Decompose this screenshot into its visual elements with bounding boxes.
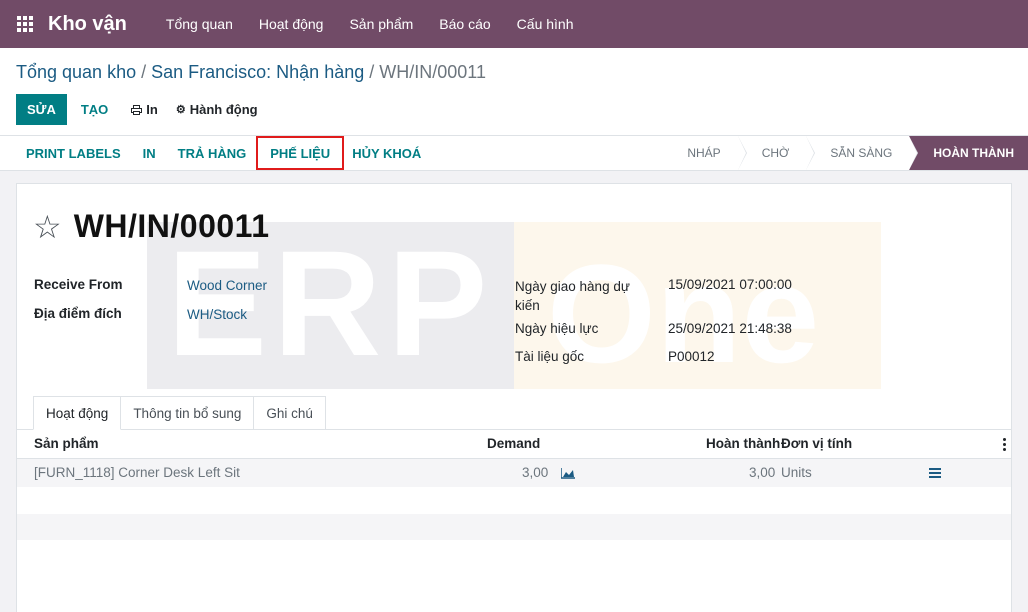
menu-item-operations[interactable]: Hoạt động [246,0,337,48]
apps-menu-icon[interactable] [0,0,50,48]
menu-item-reporting[interactable]: Báo cáo [426,0,503,48]
scrap-button[interactable]: PHẾ LIỆU [256,136,345,170]
effective-date-value: 25/09/2021 21:48:38 [668,321,792,336]
top-navbar: Kho vận Tổng quan Hoạt động Sản phẩm Báo… [0,0,1028,48]
stage-pipeline: NHÁP CHỜ SẴN SÀNG HOÀN THÀNH [671,136,1028,170]
record-title: WH/IN/00011 [73,208,270,244]
row-done: 3,00 [749,465,776,480]
column-uom[interactable]: Đơn vị tính [781,436,852,451]
scheduled-date-label: Ngày giao hàng dự kiến [515,279,630,313]
source-document-label: Tài liệu gốc [515,349,585,364]
print-icon [131,104,143,115]
action-buttons: SỬA TẠO In ⚙ Hành động [16,94,267,125]
stage-ready: SẴN SÀNG [806,136,919,170]
row-demand: 3,00 [522,465,549,480]
column-demand[interactable]: Demand [487,436,540,451]
print-label: In [146,102,158,117]
gear-icon: ⚙ [175,104,186,116]
stage-draft: NHÁP [671,136,748,170]
detailed-operations-icon[interactable] [929,468,941,480]
destination-value[interactable]: WH/Stock [187,307,247,322]
breadcrumb-separator: / [141,62,147,82]
app-name[interactable]: Kho vận [48,13,127,36]
table-empty-row [17,514,1011,540]
tab-note[interactable]: Ghi chú [253,396,326,430]
breadcrumb-item-overview[interactable]: Tổng quan kho [16,62,136,83]
receive-from-label: Receive From [34,277,123,292]
tab-additional-info[interactable]: Thông tin bổ sung [120,396,255,430]
stage-waiting: CHỜ [738,136,815,170]
menu-item-products[interactable]: Sản phẩm [336,0,426,48]
optional-columns-icon[interactable] [1003,438,1006,453]
form-statusbar: PRINT LABELS IN TRẢ HÀNG PHẾ LIỆU HỦY KH… [0,136,1028,171]
edit-button[interactable]: SỬA [16,94,67,125]
header-buttons: PRINT LABELS IN TRẢ HÀNG PHẾ LIỆU HỦY KH… [16,136,433,170]
source-document-value: P00012 [668,349,715,364]
table-row[interactable]: [FURN_1118] Corner Desk Left Sit 3,00 3,… [17,459,1011,487]
form-sheet: ERP One ☆ WH/IN/00011 Receive From Wood … [16,183,1012,612]
print-labels-button[interactable]: PRINT LABELS [16,136,133,170]
column-product[interactable]: Sản phẩm [34,436,99,451]
unlock-button[interactable]: HỦY KHOÁ [342,136,433,170]
receive-from-value[interactable]: Wood Corner [187,278,267,293]
breadcrumb-separator: / [369,62,375,82]
print-button[interactable]: In [122,102,167,117]
star-icon[interactable]: ☆ [33,211,62,243]
print-doc-button[interactable]: IN [133,136,168,170]
action-menu-button[interactable]: ⚙ Hành động [167,102,267,117]
menu-item-overview[interactable]: Tổng quan [153,0,246,48]
return-button[interactable]: TRẢ HÀNG [168,136,259,170]
row-uom: Units [781,465,812,480]
breadcrumb-active: WH/IN/00011 [379,62,486,82]
row-product: [FURN_1118] Corner Desk Left Sit [34,465,240,480]
control-panel: Tổng quan kho / San Francisco: Nhận hàng… [0,48,1028,136]
top-menu: Tổng quan Hoạt động Sản phẩm Báo cáo Cấu… [153,0,587,48]
scheduled-date-value: 15/09/2021 07:00:00 [668,277,792,292]
create-button[interactable]: TẠO [67,102,122,117]
action-label: Hành động [189,102,258,117]
menu-item-configuration[interactable]: Cấu hình [504,0,587,48]
breadcrumb-item-receipts[interactable]: San Francisco: Nhận hàng [151,62,364,83]
erp-one-watermark: ERP One [147,222,881,389]
effective-date-label: Ngày hiệu lực [515,321,599,336]
notebook-tabs: Hoạt động Thông tin bổ sung Ghi chú [33,396,326,430]
table-header: Sản phẩm Demand Hoàn thành Đơn vị tính [17,430,1011,459]
tab-operations[interactable]: Hoạt động [33,396,122,430]
column-done[interactable]: Hoàn thành [706,436,780,451]
stage-done: HOÀN THÀNH [909,136,1028,170]
record-title-row: ☆ WH/IN/00011 [33,208,270,245]
breadcrumb: Tổng quan kho / San Francisco: Nhận hàng… [16,62,486,83]
forecast-chart-icon[interactable] [561,467,575,479]
destination-label: Địa điểm đích [34,306,122,321]
